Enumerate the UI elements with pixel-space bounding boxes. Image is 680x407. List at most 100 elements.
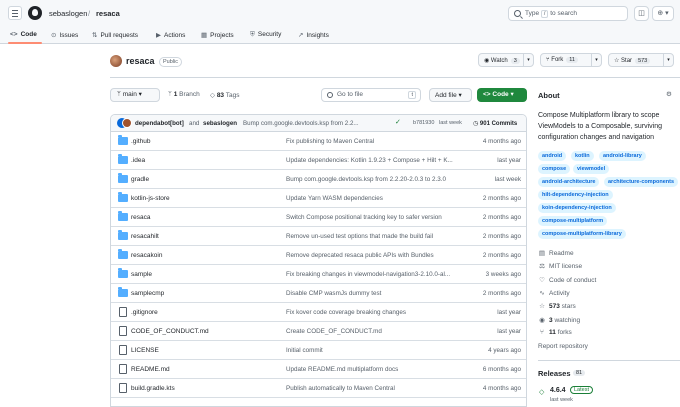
chevron-down-icon[interactable]: ▾ [523, 54, 533, 66]
chevron-down-icon[interactable]: ▾ [591, 54, 601, 66]
file-name[interactable]: resaca [131, 214, 151, 221]
watchers-link[interactable]: ◉ 3 watching [538, 316, 580, 324]
file-row[interactable]: .github Fix publishing to Maven Central 4 … [111, 132, 526, 151]
branches-link[interactable]: ᛘ 1 Branch [168, 91, 200, 98]
file-commit-message[interactable]: Update README.md multiplatform docs [286, 366, 466, 373]
activity-link[interactable]: ∿ Activity [538, 289, 569, 297]
code-button[interactable]: <> Code ▾ [477, 88, 527, 102]
topic-tag[interactable]: kotlin [571, 151, 594, 161]
releases-heading[interactable]: Releases [538, 369, 571, 378]
code-icon: <> [10, 31, 18, 38]
check-icon[interactable]: ✓ [395, 118, 401, 126]
file-name[interactable]: resacahilt [131, 233, 159, 240]
commits-link[interactable]: ◷ 901 Commits [473, 120, 517, 127]
file-name[interactable]: samplecmp [131, 290, 164, 297]
copilot-icon[interactable]: ◫ [634, 6, 649, 21]
stars-link[interactable]: ☆ 573 stars [538, 302, 576, 310]
topic-tag[interactable]: viewmodel [573, 164, 610, 174]
tab-issues[interactable]: ⊙ Issues [51, 31, 78, 39]
file-row[interactable]: .idea Update dependencies: Kotlin 1.9.23 … [111, 151, 526, 170]
branch-selector[interactable]: ᛘ main ▾ [110, 88, 160, 102]
topic-tag[interactable]: android-library [599, 151, 646, 161]
tab-security[interactable]: ⛨ Security [250, 31, 281, 39]
file-commit-message[interactable]: Fix publishing to Maven Central [286, 138, 466, 145]
tab-projects[interactable]: ▦ Projects [201, 31, 234, 39]
create-new-icon[interactable]: ⊕ ▾ [652, 6, 674, 21]
file-row[interactable]: sample Fix breaking changes in viewmodel-… [111, 265, 526, 284]
file-commit-message[interactable]: Publish automatically to Maven Central [286, 385, 466, 392]
file-row[interactable]: resacahilt Remove un-used test options th… [111, 227, 526, 246]
watch-button[interactable]: ◉ Watch 3 ▾ [478, 53, 534, 67]
breadcrumb-repo[interactable]: resaca [96, 9, 120, 18]
file-row[interactable]: build.gradle.kts Publish automatically to… [111, 379, 526, 398]
file-row[interactable]: CODE_OF_CONDUCT.md Create CODE_OF_CONDUCT… [111, 322, 526, 341]
file-row[interactable]: resaca Switch Compose positional tracking… [111, 208, 526, 227]
topic-tag[interactable]: compose-multiplatform-library [538, 229, 626, 239]
commit-hash[interactable]: b781930 [413, 120, 434, 126]
fork-button[interactable]: ⑂ Fork 11 ▾ [540, 53, 602, 67]
file-name[interactable]: sample [131, 271, 152, 278]
file-row[interactable]: LICENSE Initial commit 4 years ago [111, 341, 526, 360]
file-name[interactable]: CODE_OF_CONDUCT.md [131, 328, 209, 335]
file-commit-message[interactable]: Switch Compose positional tracking key t… [286, 214, 466, 221]
tab-insights[interactable]: ↗ Insights [298, 31, 329, 39]
file-row[interactable]: kotlin-js-store Update Yarn WASM dependen… [111, 189, 526, 208]
file-name[interactable]: .github [131, 138, 151, 145]
go-to-file-input[interactable]: Go to file t [321, 88, 421, 102]
settings-gear-icon[interactable]: ⚙ [666, 90, 672, 98]
readme-link[interactable]: ▤ Readme [538, 249, 574, 257]
file-name[interactable]: README.md [131, 366, 170, 373]
topic-tag[interactable]: compose [538, 164, 571, 174]
topic-tag[interactable]: android [538, 151, 567, 161]
file-commit-message[interactable]: Initial commit [286, 347, 466, 354]
add-file-button[interactable]: Add file ▾ [429, 88, 472, 102]
commit-author-2[interactable]: sebaslogen [203, 120, 237, 127]
file-commit-message[interactable]: Remove deprecated resaca public APIs wit… [286, 252, 466, 259]
tab-pull-requests[interactable]: ⇅ Pull requests [92, 31, 138, 39]
license-link[interactable]: ⚖ MIT license [538, 262, 582, 270]
menu-icon[interactable] [8, 6, 22, 20]
tab-code[interactable]: <> Code [10, 31, 37, 38]
file-commit-message[interactable]: Update dependencies: Kotlin 1.9.23 + Com… [286, 157, 466, 164]
topic-tag[interactable]: architecture-components [604, 177, 679, 187]
file-commit-message[interactable]: Update Yarn WASM dependencies [286, 195, 466, 202]
chevron-down-icon[interactable]: ▾ [663, 54, 673, 66]
file-name[interactable]: gradle [131, 176, 149, 183]
repo-title[interactable]: resaca [126, 56, 155, 66]
tags-link[interactable]: ◇ 83 Tags [210, 91, 239, 99]
file-row[interactable]: gradle Bump com.google.devtools.ksp from … [111, 170, 526, 189]
topic-tag[interactable]: android-architecture [538, 177, 600, 187]
report-repository-link[interactable]: Report repository [538, 343, 588, 350]
file-name[interactable]: kotlin-js-store [131, 195, 170, 202]
commit-author-1[interactable]: dependabot[bot] [135, 120, 184, 127]
file-row[interactable]: README.md Update README.md multiplatform … [111, 360, 526, 379]
forks-link[interactable]: ⑂ 11 forks [538, 329, 572, 336]
code-of-conduct-link[interactable]: ♡ Code of conduct [538, 276, 596, 284]
release-version[interactable]: 4.6.4 [550, 387, 566, 394]
file-commit-message[interactable]: Create CODE_OF_CONDUCT.md [286, 328, 466, 335]
file-name[interactable]: LICENSE [131, 347, 159, 354]
breadcrumb-owner[interactable]: sebaslogen [49, 9, 87, 18]
file-commit-message[interactable]: Fix kover code coverage breaking changes [286, 309, 466, 316]
file-commit-message[interactable]: Disable CMP wasmJs dummy test [286, 290, 466, 297]
search-input[interactable]: Type / to search [508, 6, 628, 21]
owner-avatar[interactable] [110, 55, 122, 67]
topic-tag[interactable]: koin-dependency-injection [538, 203, 616, 213]
topic-tag[interactable]: hilt-dependency-injection [538, 190, 613, 200]
star-button[interactable]: ☆ Star 573 ▾ [608, 53, 674, 67]
file-name[interactable]: build.gradle.kts [131, 385, 175, 392]
tab-actions[interactable]: ▶ Actions [156, 31, 185, 39]
topic-tag[interactable]: compose-multiplatform [538, 216, 608, 226]
file-row[interactable]: resacakoin Remove deprecated resaca publi… [111, 246, 526, 265]
file-row[interactable]: samplecmp Disable CMP wasmJs dummy test 2 … [111, 284, 526, 303]
file-commit-message[interactable]: Bump com.google.devtools.ksp from 2.2.20… [286, 176, 466, 183]
author-avatar[interactable] [122, 118, 132, 128]
file-commit-message[interactable]: Remove un-used test options that made th… [286, 233, 466, 240]
file-commit-message[interactable]: Fix breaking changes in viewmodel-naviga… [286, 271, 466, 278]
file-name[interactable]: .gitignore [131, 309, 158, 316]
file-name[interactable]: resacakoin [131, 252, 162, 259]
file-name[interactable]: .idea [131, 157, 145, 164]
file-row[interactable]: .gitignore Fix kover code coverage breaki… [111, 303, 526, 322]
commit-message[interactable]: Bump com.google.devtools.ksp from 2.2... [243, 120, 359, 127]
github-logo-icon[interactable] [28, 6, 42, 20]
